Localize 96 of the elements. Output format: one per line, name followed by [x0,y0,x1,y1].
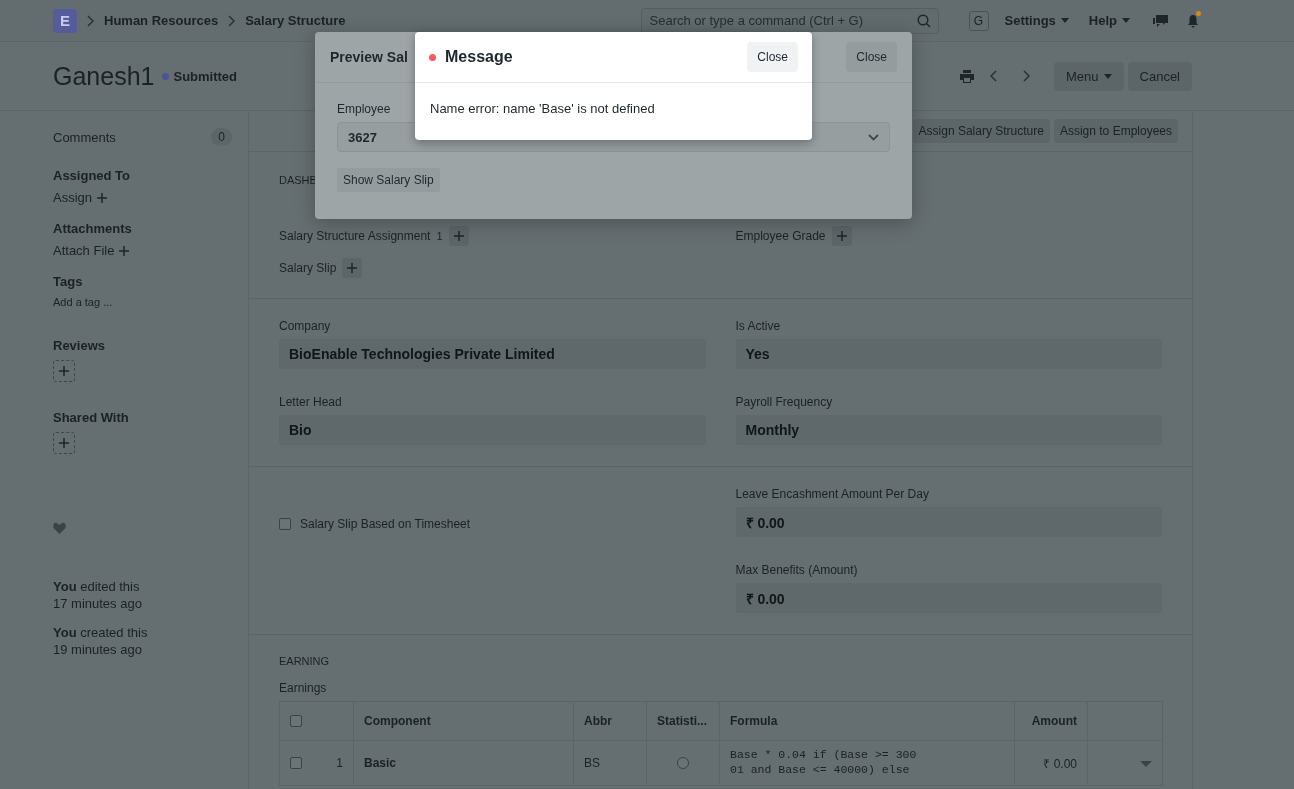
field-label: Letter Head [279,395,342,409]
add-button[interactable] [831,226,852,246]
heart-icon[interactable] [53,522,66,534]
checkbox[interactable] [677,757,689,769]
checkbox-label[interactable]: Salary Slip Based on Timesheet [300,517,471,531]
plus-icon[interactable] [97,192,108,203]
row-number: 1 [336,756,343,770]
add-button[interactable] [342,258,363,278]
next-icon[interactable] [1023,70,1030,82]
field-value[interactable]: BioEnable Technologies Private Limited [279,339,706,369]
checkbox[interactable] [290,757,302,769]
checkbox[interactable] [279,518,291,530]
caret-icon [1122,18,1130,23]
field-label: Max Benefits (Amount) [735,563,858,577]
section-title: Shared With [53,410,129,425]
toolbar-button[interactable]: Assign Salary Structure [912,119,1050,143]
field-label: Is Active [735,319,781,333]
field-value[interactable]: ₹ 0.00 [735,583,1162,613]
close-button[interactable]: Close [846,42,897,72]
column-header: Abbr [573,701,647,741]
caret-icon [1060,18,1069,23]
indicator-dot-icon [429,53,436,61]
add-button[interactable] [53,432,75,454]
section-heading: EARNING [279,655,330,667]
dashboard-link[interactable]: Salary Structure Assignment [279,229,431,243]
column-header: Formula [719,701,1015,741]
section-title: Tags [53,274,83,289]
activity-time: 19 minutes ago [53,641,143,658]
search-icon [916,13,931,28]
tag-input[interactable]: Add a tag ... [53,296,113,308]
dialog-title: Message [445,48,513,66]
field-label: Employee [337,102,391,116]
chat-icon[interactable] [1152,13,1169,28]
add-button[interactable] [448,226,469,246]
plus-icon[interactable] [453,231,464,241]
dialog-title: Preview Sal [330,49,408,65]
cancel-button[interactable]: Cancel [1127,61,1192,91]
breadcrumb-link[interactable]: Salary Structure [245,13,346,28]
column-header: Component [353,701,574,741]
activity-time: 17 minutes ago [53,595,142,612]
close-button[interactable]: Close [747,42,798,72]
column-header: Amount [1014,701,1088,741]
field-value[interactable]: Yes [735,339,1162,369]
comment-count: 0 [211,128,232,146]
plus-icon[interactable] [59,366,69,376]
comments-label[interactable]: Comments [53,129,116,145]
checkbox[interactable] [290,715,302,727]
nav-menu[interactable]: Help [1084,13,1134,28]
status-label: Submitted [173,68,238,84]
link-count: 1 [436,230,443,242]
bell-icon[interactable] [1187,13,1199,28]
activity-text: You edited this [53,578,141,595]
plus-icon[interactable] [836,231,847,241]
app-logo[interactable]: E [53,8,77,33]
breadcrumb-link[interactable]: Human Resources [104,13,219,28]
column-header: Statisti... [646,701,720,741]
table-cell: BS [573,740,647,786]
status-dot-icon [162,72,170,80]
plus-icon[interactable] [119,245,130,256]
page-title: Ganesh1 [53,61,155,91]
chevron-right-icon [228,14,236,27]
table-label: Earnings [279,681,328,695]
dropdown-icon[interactable] [1140,761,1152,767]
caret-icon [1103,73,1112,79]
section-title: Assigned To [53,168,131,183]
section-heading: DASHB [279,174,317,186]
field-value[interactable]: Monthly [735,415,1162,445]
action-link[interactable]: Attach File [53,243,115,258]
activity-text: You created this [53,624,148,641]
dashboard-link[interactable]: Salary Slip [279,261,337,275]
plus-icon[interactable] [59,438,69,448]
toolbar-button[interactable]: Assign to Employees [1053,119,1178,143]
message-text: Name error: name 'Base' is not defined [429,100,656,118]
chevron-down-icon [868,133,879,141]
search-field[interactable]: Search or type a command (Ctrl + G) [640,7,939,34]
table-cell: Basic [353,740,574,786]
formula-text: Base * 0.04 if (Base >= 30001 and Base <= 40000) else [730,747,917,777]
dashboard-link[interactable]: Employee Grade [735,229,826,243]
user-avatar[interactable]: G [968,10,989,31]
nav-menu[interactable]: Settings [1000,13,1073,28]
field-value[interactable]: ₹ 0.00 [735,507,1162,537]
field-label: Company [279,319,331,333]
field-value[interactable]: Bio [279,415,706,445]
previous-icon[interactable] [990,70,997,82]
section-title: Attachments [53,221,132,236]
field-label: Payroll Frequency [735,395,833,409]
add-button[interactable] [53,360,75,382]
print-icon[interactable] [960,69,974,83]
field-label: Leave Encashment Amount Per Day [735,487,929,501]
action-link[interactable]: Assign [53,190,93,205]
section-title: Reviews [53,338,106,353]
show-salary-slip-button[interactable]: Show Salary Slip [337,168,440,192]
table-cell: ₹ 0.00 [1014,740,1088,786]
plus-icon[interactable] [347,263,358,273]
menu-button[interactable]: Menu [1054,61,1124,91]
chevron-right-icon [87,14,94,27]
